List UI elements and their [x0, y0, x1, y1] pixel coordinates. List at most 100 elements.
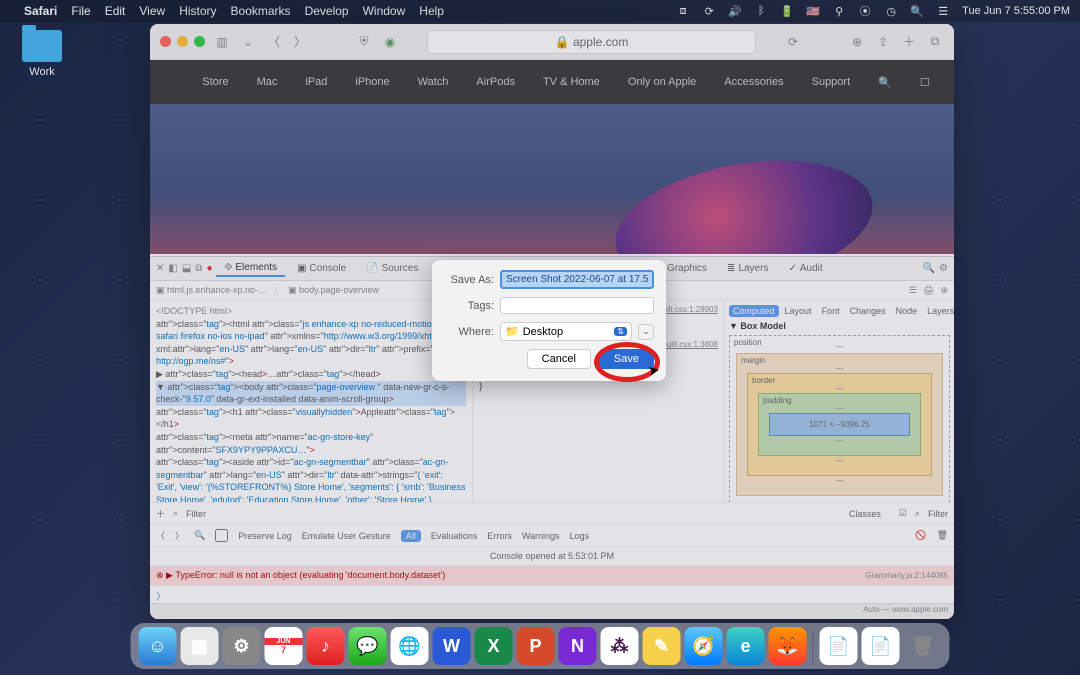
filter-logs[interactable]: Logs	[570, 531, 590, 541]
tab-elements[interactable]: ⟐Elements	[216, 260, 285, 277]
nav-store[interactable]: Store	[202, 76, 228, 88]
console-prompt[interactable]: 〉	[150, 585, 954, 603]
filter-errors[interactable]: Errors	[487, 531, 512, 541]
menu-view[interactable]: View	[139, 4, 165, 18]
share-icon[interactable]: ⇪	[874, 33, 892, 51]
save-button[interactable]: Save	[599, 349, 654, 369]
classes-button[interactable]: Classes	[849, 509, 881, 519]
nav-fwd[interactable]: 〉	[175, 529, 184, 542]
keyboard-icon[interactable]: 🇺🇸	[806, 5, 820, 18]
reload-button[interactable]: ⟳	[784, 33, 802, 51]
emulate-ug-label[interactable]: Emulate User Gesture	[302, 531, 391, 541]
dropbox-icon[interactable]: ⧈	[676, 5, 690, 18]
preserve-log-checkbox[interactable]	[215, 529, 228, 542]
filter-warnings[interactable]: Warnings	[522, 531, 560, 541]
save-as-input[interactable]	[500, 270, 654, 289]
dock-finder[interactable]: ☺	[139, 627, 177, 665]
tab-audit[interactable]: ✓Audit	[780, 261, 830, 276]
address-bar[interactable]: 🔒 apple.com	[427, 30, 756, 54]
battery-icon[interactable]: 🔋	[780, 5, 794, 18]
target-icon[interactable]: ⊕	[940, 285, 948, 296]
trash-icon[interactable]: 🗑	[937, 530, 948, 541]
new-tab-button[interactable]: ＋	[900, 33, 918, 51]
dock-onenote[interactable]: N	[559, 627, 597, 665]
forward-button[interactable]: 〉	[291, 33, 309, 51]
window-controls[interactable]	[160, 36, 205, 47]
tags-input[interactable]	[500, 297, 654, 314]
clock-icon[interactable]: ◷	[884, 5, 898, 18]
dock-settings[interactable]: ⚙	[223, 627, 261, 665]
dom-tree[interactable]: <!DOCTYPE html>attr">class="tag"><html a…	[150, 301, 472, 502]
app-name[interactable]: Safari	[24, 4, 57, 18]
add-rule-icon[interactable]: ＋	[156, 507, 165, 520]
filter-label2[interactable]: Filter	[928, 509, 948, 519]
dock-word[interactable]: W	[433, 627, 471, 665]
dock-doc2[interactable]: 📄	[862, 627, 900, 665]
extension-icon[interactable]: ◉	[381, 33, 399, 51]
dock-doc1[interactable]: 📄	[820, 627, 858, 665]
location-icon[interactable]: ⦿	[858, 3, 872, 19]
menu-bookmarks[interactable]: Bookmarks	[231, 4, 291, 18]
expand-button[interactable]: ⌄	[638, 324, 654, 340]
nav-iphone[interactable]: iPhone	[355, 76, 389, 88]
print-icon[interactable]: 🖨	[923, 285, 934, 296]
menu-window[interactable]: Window	[363, 4, 406, 18]
menu-history[interactable]: History	[179, 4, 216, 18]
popout-icon[interactable]: ⧉	[195, 263, 202, 274]
dock-safari[interactable]: 🧭	[685, 627, 723, 665]
dock-messages[interactable]: 💬	[349, 627, 387, 665]
console-error[interactable]: ⊗ ▶ TypeError: null is not an object (ev…	[150, 565, 954, 585]
crumb-body[interactable]: ▣ body.page-overview	[288, 285, 379, 296]
where-select[interactable]: 📁 Desktop ⇅	[500, 322, 632, 341]
dock-calendar[interactable]: JUN7	[265, 627, 303, 665]
crumb-html[interactable]: ▣ html.js.enhance-xp.no-…	[156, 285, 267, 296]
dock-powerpoint[interactable]: P	[517, 627, 555, 665]
menu-edit[interactable]: Edit	[105, 4, 126, 18]
dock-bottom-icon[interactable]: ⬓	[182, 263, 191, 274]
tab-layers[interactable]: ≣Layers	[719, 261, 776, 276]
nav-airpods[interactable]: AirPods	[476, 76, 515, 88]
clear-console-icon[interactable]: 🚫	[915, 530, 926, 541]
nav-ipad[interactable]: iPad	[305, 76, 327, 88]
menu-help[interactable]: Help	[419, 4, 444, 18]
nav-back[interactable]: 〈	[156, 529, 165, 542]
chevron-down-icon[interactable]: ⌄	[239, 33, 257, 51]
dock-side-icon[interactable]: ◧	[168, 263, 177, 274]
dock-music[interactable]: ♪	[307, 627, 345, 665]
nav-support[interactable]: Support	[812, 76, 851, 88]
bluetooth-icon[interactable]: ᛒ	[754, 5, 768, 17]
side-layers[interactable]: Layers	[923, 305, 954, 317]
control-center-icon[interactable]: ☰	[936, 5, 950, 18]
devtools-search-icon[interactable]: 🔍	[923, 263, 935, 274]
side-font[interactable]: Font	[818, 305, 844, 317]
maximize-icon[interactable]	[194, 36, 205, 47]
close-icon[interactable]	[160, 36, 171, 47]
sidebar-toggle[interactable]: ▥	[213, 33, 231, 51]
nav-mac[interactable]: Mac	[257, 76, 278, 88]
minimize-icon[interactable]	[177, 36, 188, 47]
side-node[interactable]: Node	[892, 305, 922, 317]
bag-icon[interactable]: ☐	[920, 76, 930, 89]
filter-label[interactable]: Filter	[186, 509, 206, 519]
side-changes[interactable]: Changes	[846, 305, 890, 317]
close-devtools[interactable]: ✕	[156, 263, 164, 274]
filter-evaluations[interactable]: Evaluations	[431, 531, 478, 541]
back-button[interactable]: 〈	[265, 33, 283, 51]
shield-icon[interactable]: ⛨	[355, 33, 373, 51]
tab-console[interactable]: ▣Console	[289, 261, 354, 276]
sync-icon[interactable]: ⟳	[702, 5, 716, 18]
magnify-icon[interactable]: 🔍	[194, 530, 205, 541]
tabs-button[interactable]: ⧉	[926, 33, 944, 51]
tab-sources[interactable]: 📄Sources	[358, 261, 426, 276]
nav-accessories[interactable]: Accessories	[724, 76, 783, 88]
menu-develop[interactable]: Develop	[305, 4, 349, 18]
record-icon[interactable]: ●	[206, 263, 212, 274]
filter-all[interactable]: All	[401, 530, 421, 542]
nav-only[interactable]: Only on Apple	[628, 76, 697, 88]
dock-firefox[interactable]: 🦊	[769, 627, 807, 665]
dock-slack[interactable]: ⁂	[601, 627, 639, 665]
volume-icon[interactable]: 🔊	[728, 5, 742, 18]
dock-trash[interactable]: 🗑	[904, 627, 942, 665]
search-icon[interactable]: 🔍	[878, 76, 892, 89]
settings-icon[interactable]: ⚙	[939, 263, 948, 274]
